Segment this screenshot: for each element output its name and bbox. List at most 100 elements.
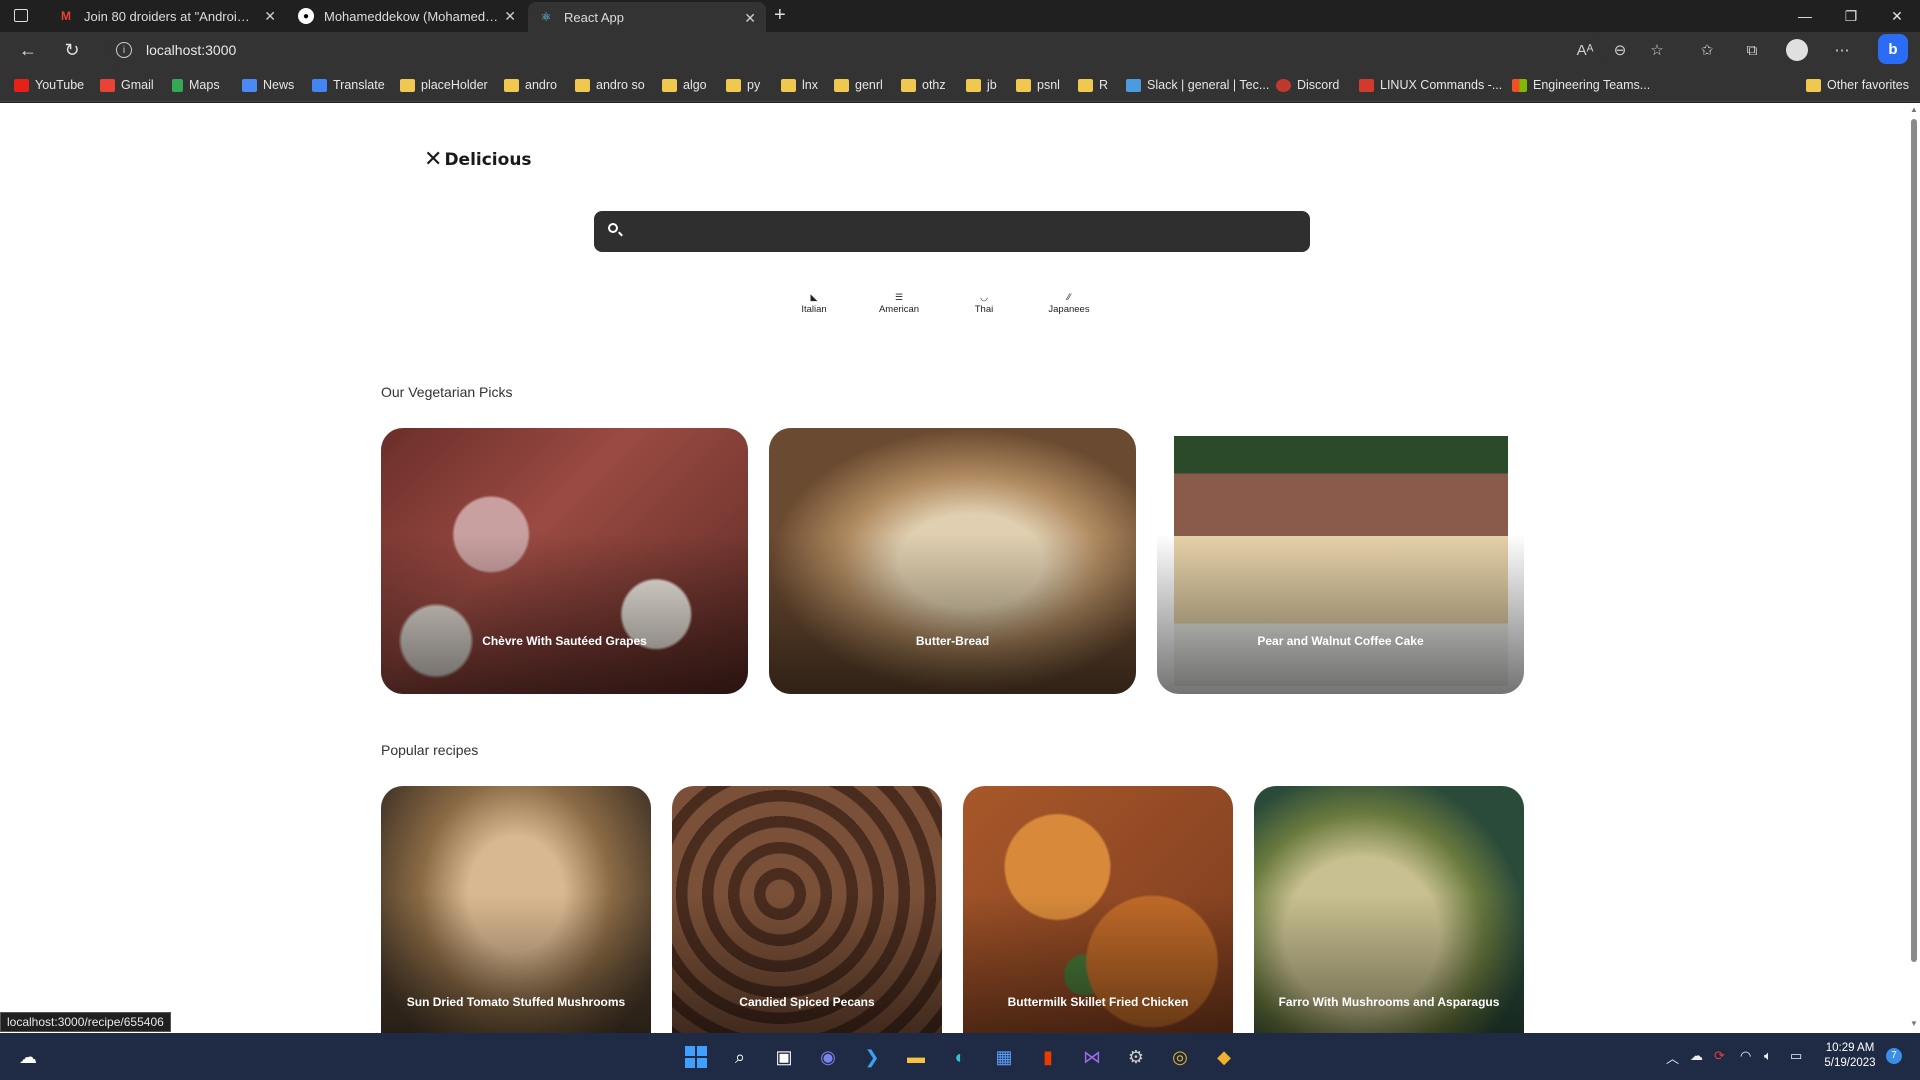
taskbar: ☁ ⌕ ▣ ◉ ❯ ▬ ◐ ▦ ▮ ⋈ ⚙ ◎ ◆ ︿ ☁ ⟳ ◠ 🔈︎ ▭ 1… — [0, 1033, 1920, 1080]
collections-icon[interactable]: ⧉ — [1740, 38, 1764, 62]
tab-github[interactable]: ● Mohameddekow (Mohamed Dek ✕ — [288, 0, 526, 32]
page-scrollbar[interactable]: ▲ ▼ — [1908, 103, 1920, 1033]
back-button[interactable]: ← — [14, 36, 42, 64]
cuisine-japanees[interactable]: ⁄⁄ Japanees — [1039, 293, 1099, 316]
folder-icon — [966, 78, 981, 92]
new-tab-button[interactable]: + — [774, 4, 786, 27]
time-text: 10:29 AM — [1825, 1042, 1875, 1054]
github-icon: ● — [298, 8, 314, 24]
tab-gmail[interactable]: M Join 80 droiders at "Android254 ✕ — [48, 0, 286, 32]
git-icon[interactable]: ◆ — [1210, 1043, 1238, 1071]
onedrive-icon[interactable]: ☁ — [1690, 1048, 1703, 1064]
clock[interactable]: 10:29 AM 5/19/2023 — [1820, 1041, 1880, 1071]
search-input[interactable] — [630, 211, 1300, 252]
bookmark-folder[interactable]: lnx — [781, 76, 818, 94]
recipe-card[interactable]: Buttermilk Skillet Fried Chicken — [963, 786, 1233, 1033]
logo[interactable]: ✕ Delicious — [424, 147, 532, 172]
popular-section-title: Popular recipes — [381, 742, 479, 758]
recipe-card[interactable]: Sun Dried Tomato Stuffed Mushrooms — [381, 786, 651, 1033]
restore-button[interactable]: ❐ — [1828, 0, 1874, 32]
bookmark-discord[interactable]: Discord — [1276, 76, 1339, 94]
read-aloud-icon[interactable]: Aᴬ — [1573, 38, 1597, 62]
refresh-button[interactable]: ↻ — [58, 36, 86, 64]
close-window-button[interactable]: ✕ — [1874, 0, 1920, 32]
chrome-icon[interactable]: ◎ — [1166, 1043, 1194, 1071]
settings-icon[interactable]: ⚙ — [1122, 1043, 1150, 1071]
recipe-card[interactable]: Farro With Mushrooms and Asparagus — [1254, 786, 1524, 1033]
close-icon[interactable]: ✕ — [264, 8, 276, 25]
scroll-down-icon[interactable]: ▼ — [1910, 1019, 1918, 1028]
recipe-card[interactable]: Candied Spiced Pecans — [672, 786, 942, 1033]
close-icon[interactable]: ✕ — [504, 8, 516, 25]
recipe-card[interactable]: Chèvre With Sautéed Grapes — [381, 428, 748, 694]
card-overlay — [769, 534, 1136, 694]
scroll-up-icon[interactable]: ▲ — [1910, 105, 1918, 114]
folder-icon — [662, 78, 677, 92]
weather-icon[interactable]: ☁ — [14, 1043, 42, 1071]
tab-actions-icon[interactable] — [14, 9, 28, 22]
battery-icon[interactable]: ▭ — [1790, 1048, 1802, 1064]
bookmark-folder[interactable]: andro so — [575, 76, 645, 94]
scrollbar-thumb[interactable] — [1911, 119, 1917, 962]
status-url: localhost:3000/recipe/655406 — [0, 1012, 171, 1032]
chat-icon[interactable]: ◉ — [814, 1043, 842, 1071]
more-menu-icon[interactable]: ⋯ — [1830, 38, 1854, 62]
recipe-card[interactable]: Butter-Bread — [769, 428, 1136, 694]
profile-avatar[interactable] — [1785, 38, 1809, 62]
bookmark-folder[interactable]: othz — [901, 76, 946, 94]
bookmark-folder[interactable]: genrl — [834, 76, 883, 94]
tab-react-app[interactable]: ⚛ React App ✕ — [528, 2, 766, 32]
vscode-icon[interactable]: ❯ — [858, 1043, 886, 1071]
browser-tab-bar: M Join 80 droiders at "Android254 ✕ ● Mo… — [0, 0, 1920, 32]
react-icon: ⚛ — [540, 10, 552, 24]
folder-icon — [1806, 78, 1821, 92]
bookmark-folder[interactable]: psnl — [1016, 76, 1060, 94]
volume-icon[interactable]: 🔈︎ — [1764, 1048, 1772, 1064]
bookmark-news[interactable]: News — [242, 76, 294, 94]
cuisine-thai[interactable]: ◡ Thai — [954, 293, 1014, 316]
folder-icon — [834, 78, 849, 92]
bing-icon[interactable]: b — [1878, 34, 1908, 64]
bookmark-folder[interactable]: R — [1078, 76, 1108, 94]
bookmarks-bar: YouTube Gmail Maps News Translate placeH… — [0, 68, 1920, 102]
bookmark-maps[interactable]: Maps — [172, 76, 220, 94]
add-favorite-icon[interactable]: ☆ — [1645, 38, 1669, 62]
close-icon[interactable]: ✕ — [744, 10, 756, 27]
bookmark-folder[interactable]: placeHolder — [400, 76, 488, 94]
search-icon[interactable]: ⌕ — [726, 1043, 754, 1071]
bookmark-folder[interactable]: algo — [662, 76, 707, 94]
task-view-icon[interactable]: ▣ — [770, 1043, 798, 1071]
cuisine-italian[interactable]: ◣ Italian — [784, 293, 844, 316]
edge-icon[interactable]: ◐ — [946, 1043, 974, 1071]
other-favorites[interactable]: Other favorites — [1806, 76, 1909, 94]
bookmark-folder[interactable]: py — [726, 76, 760, 94]
zoom-icon[interactable]: ⊖ — [1608, 38, 1632, 62]
bookmark-folder[interactable]: jb — [966, 76, 997, 94]
bookmark-slack[interactable]: Slack | general | Tec... — [1126, 76, 1269, 94]
show-hidden-icons[interactable]: ︿ — [1666, 1048, 1679, 1067]
gmail-icon: M — [61, 9, 71, 23]
maps-icon — [172, 78, 183, 92]
store-icon[interactable]: ▦ — [990, 1043, 1018, 1071]
bookmark-gmail[interactable]: Gmail — [100, 76, 154, 94]
notification-badge[interactable]: 7 — [1886, 1048, 1902, 1064]
favorites-icon[interactable]: ✩ — [1695, 38, 1719, 62]
recipe-card[interactable]: Pear and Walnut Coffee Cake — [1157, 428, 1524, 694]
minimize-button[interactable]: — — [1782, 0, 1828, 32]
url-field[interactable]: i localhost:3000 — [104, 35, 1604, 65]
wifi-icon[interactable]: ◠ — [1740, 1048, 1751, 1064]
file-explorer-icon[interactable]: ▬ — [902, 1043, 930, 1071]
bookmark-translate[interactable]: Translate — [312, 76, 385, 94]
bookmark-engineering[interactable]: Engineering Teams... — [1512, 76, 1650, 94]
bookmark-folder[interactable]: andro — [504, 76, 557, 94]
office-icon[interactable]: ▮ — [1034, 1043, 1062, 1071]
start-icon[interactable] — [682, 1043, 710, 1071]
bookmark-youtube[interactable]: YouTube — [14, 76, 84, 94]
info-icon[interactable]: i — [116, 42, 132, 58]
recipe-title: Chèvre With Sautéed Grapes — [482, 634, 647, 648]
search-bar[interactable] — [594, 211, 1310, 252]
bookmark-linux[interactable]: LINUX Commands -... — [1359, 76, 1502, 94]
cuisine-american[interactable]: ☰ American — [869, 293, 929, 316]
sync-icon[interactable]: ⟳ — [1714, 1048, 1725, 1064]
visual-studio-icon[interactable]: ⋈ — [1078, 1043, 1106, 1071]
